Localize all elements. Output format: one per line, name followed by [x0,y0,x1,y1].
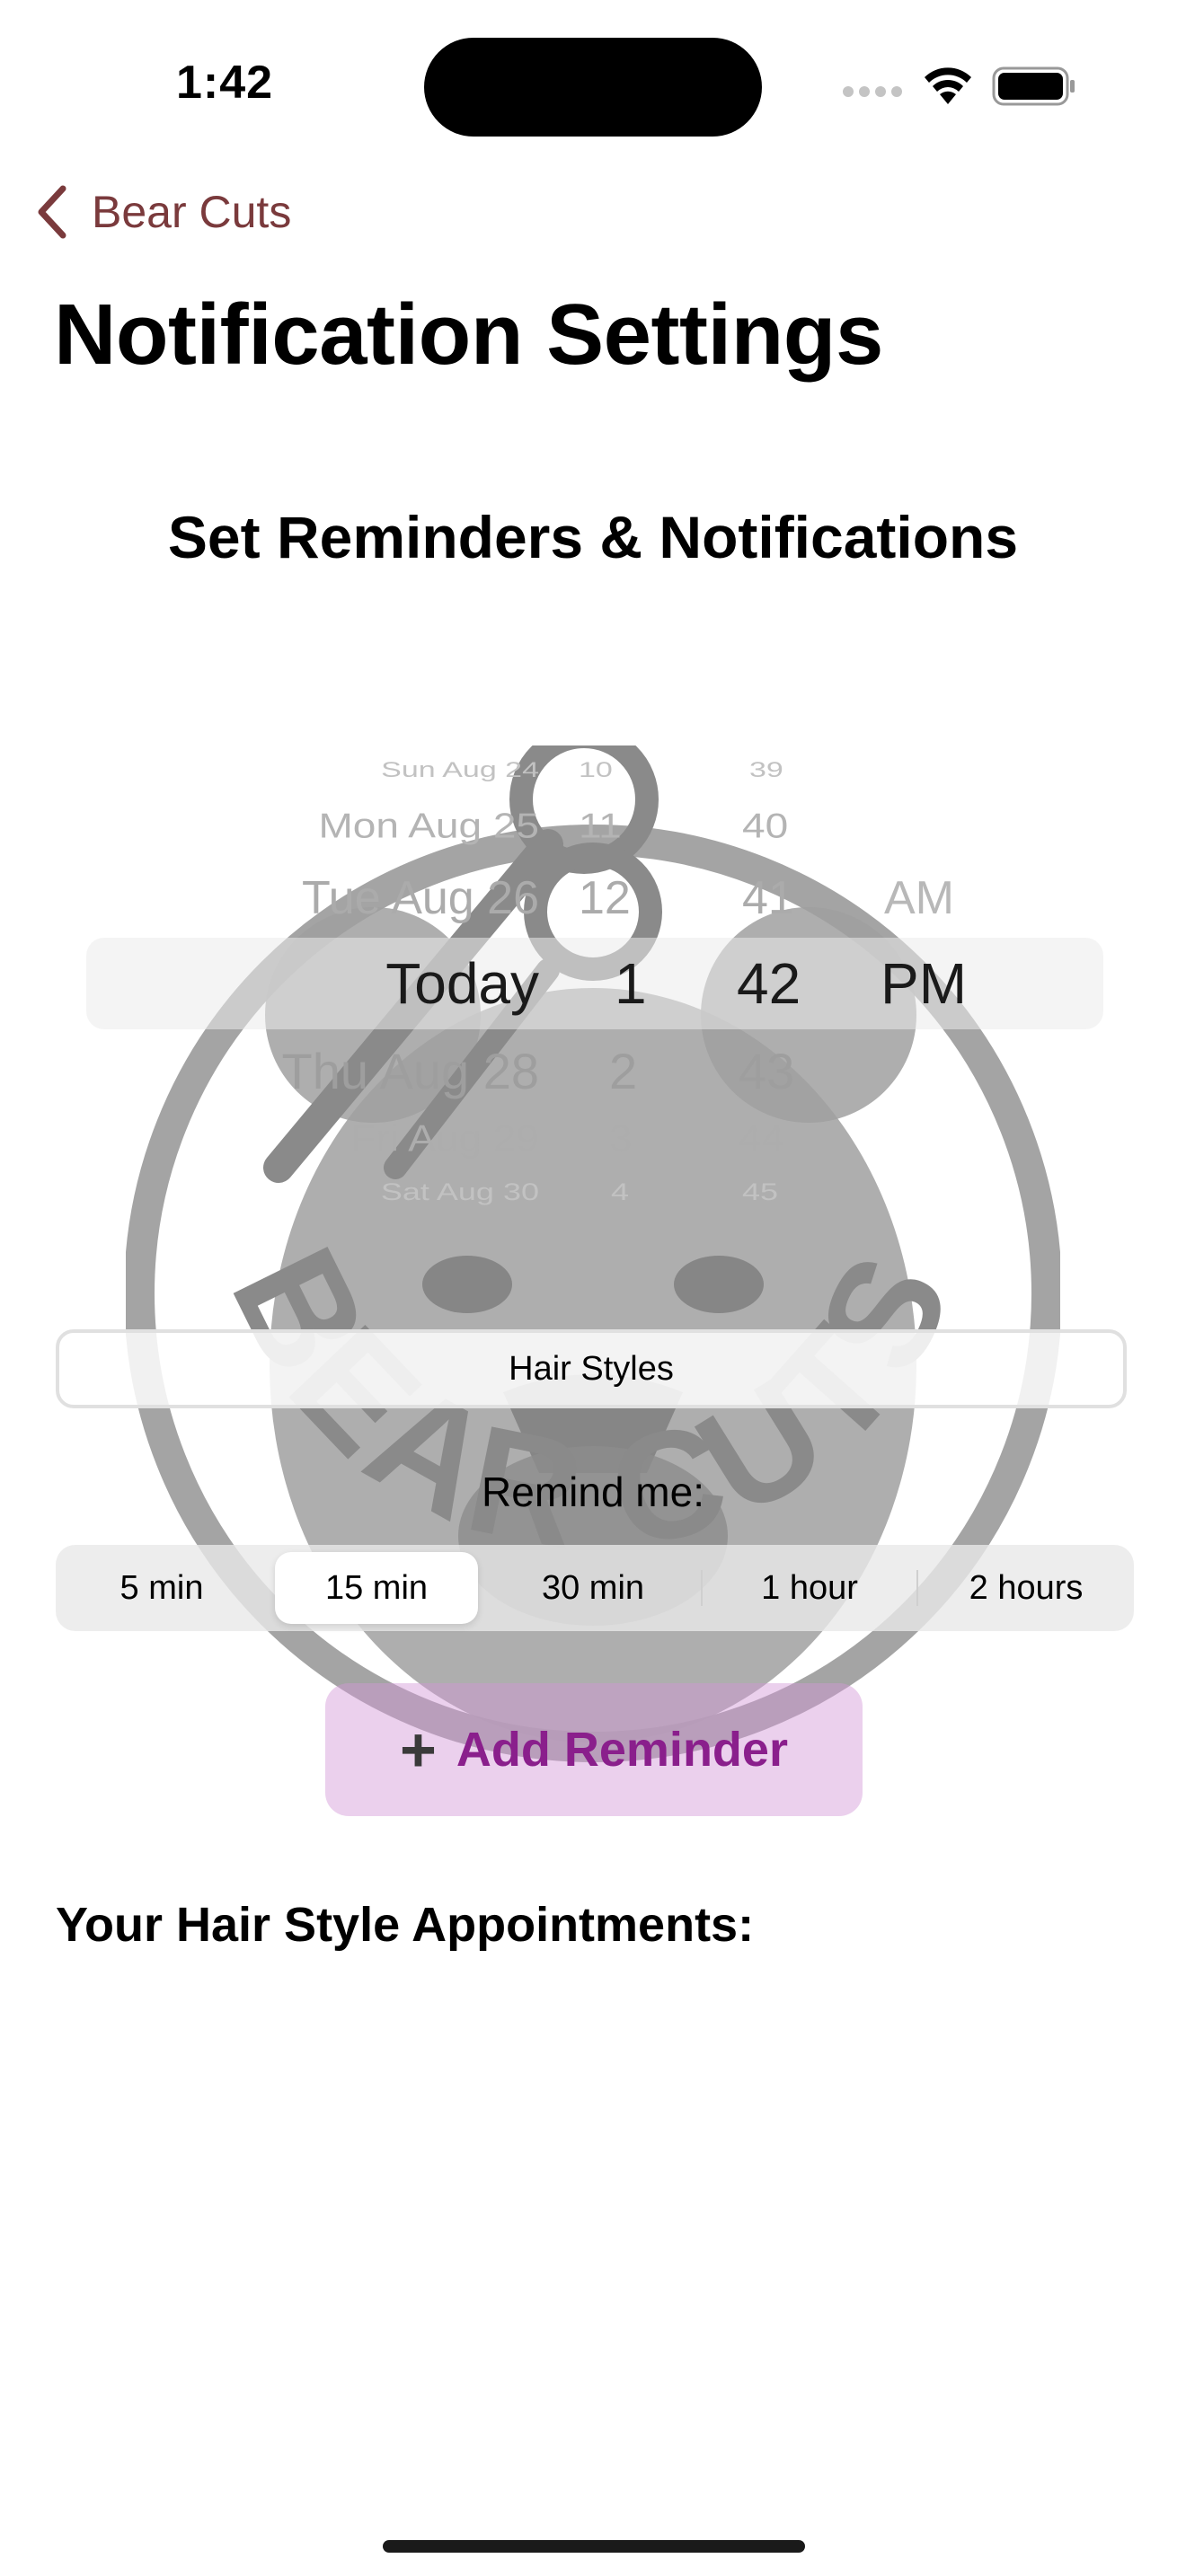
battery-icon [992,66,1075,106]
category-value: Hair Styles [509,1349,674,1388]
picker-day-option[interactable]: Mon Aug 25 [318,805,539,846]
wifi-icon [925,67,971,104]
page-title: Notification Settings [54,287,883,383]
picker-am-option[interactable]: AM [884,871,954,925]
picker-pm-selected[interactable]: PM [881,950,967,1017]
remind-me-label: Remind me: [482,1469,704,1515]
picker-hour-option[interactable]: 3 [609,1116,633,1160]
cellular-signal-icon [843,86,902,97]
picker-minute-option[interactable]: 41 [742,871,794,925]
picker-day-option[interactable]: Sat Aug 30 [381,1178,539,1206]
picker-minute-option[interactable]: 39 [749,757,783,782]
picker-hour-option[interactable]: 10 [579,757,613,782]
status-time: 1:42 [176,57,274,109]
back-button[interactable]: Bear Cuts [34,180,291,244]
segment-30-min[interactable]: 30 min [485,1545,701,1631]
picker-minute-option[interactable]: 44 [739,1116,784,1160]
picker-day-option[interactable]: Fri Aug 29 [350,1116,539,1160]
home-indicator[interactable] [383,2540,805,2553]
add-reminder-label: Add Reminder [456,1723,788,1777]
segment-1-hour[interactable]: 1 hour [703,1545,916,1631]
appointments-heading: Your Hair Style Appointments: [56,1898,755,1952]
picker-minute-option[interactable]: 40 [742,805,788,846]
add-reminder-button[interactable]: + Add Reminder [325,1683,863,1816]
picker-day-selected[interactable]: Today [385,950,539,1017]
picker-hour-option[interactable]: 12 [579,871,631,925]
picker-minute-option[interactable]: 45 [742,1178,778,1206]
category-field[interactable]: Hair Styles [56,1329,1127,1408]
picker-day-option[interactable]: Tue Aug 26 [302,871,539,925]
picker-day-option[interactable]: Sun Aug 24 [381,757,539,782]
picker-minute-selected[interactable]: 42 [737,950,801,1017]
segment-5-min[interactable]: 5 min [56,1545,268,1631]
picker-hour-option[interactable]: 2 [609,1042,637,1100]
segment-2-hours[interactable]: 2 hours [918,1545,1134,1631]
dynamic-island [424,38,762,137]
back-button-label: Bear Cuts [92,187,292,237]
plus-icon: + [400,1715,437,1785]
picker-minute-option[interactable]: 43 [739,1042,794,1100]
chevron-left-icon [38,185,66,239]
picker-day-option[interactable]: Thu Aug 28 [282,1042,539,1100]
remind-interval-segmented-control[interactable]: 5 min 15 min 30 min 1 hour 2 hours [56,1545,1134,1631]
picker-hour-option[interactable]: 11 [579,805,622,846]
segment-15-min[interactable]: 15 min [275,1552,478,1624]
picker-hour-option[interactable]: 4 [611,1178,629,1206]
section-heading: Set Reminders & Notifications [167,504,1019,570]
picker-hour-selected[interactable]: 1 [615,950,647,1017]
